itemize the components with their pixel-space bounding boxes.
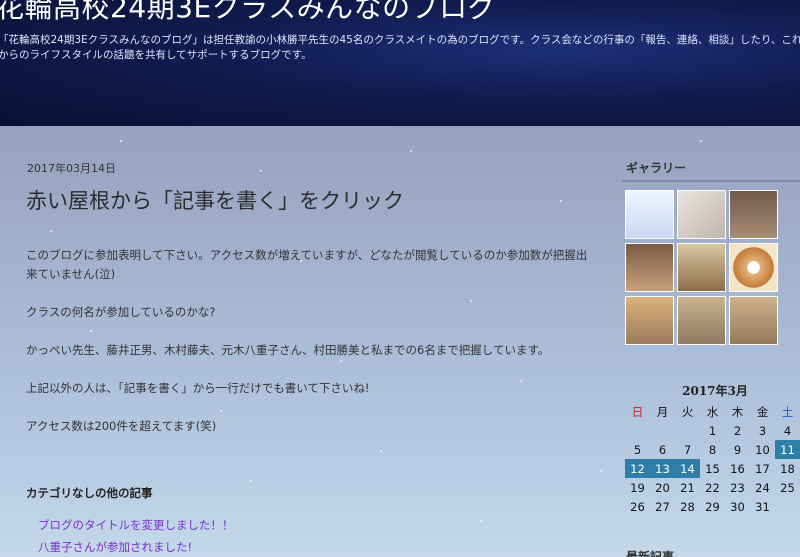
- calendar-empty-cell: [650, 421, 675, 440]
- calendar-week-row: 5 6 7 8 9 10 11: [625, 440, 800, 459]
- calendar-day: 17: [755, 461, 770, 476]
- calendar-day: 23: [730, 480, 745, 495]
- post-paragraph: クラスの何名が参加しているのかな?: [26, 305, 216, 319]
- calendar-day: 1: [708, 423, 717, 438]
- calendar-day[interactable]: 12: [625, 459, 650, 478]
- calendar-day: 3: [758, 423, 767, 438]
- gallery-thumbnail[interactable]: [677, 243, 726, 292]
- star-dot: [410, 150, 412, 152]
- star-dot: [600, 470, 602, 472]
- calendar-day: 10: [755, 442, 770, 457]
- calendar-day: 2: [733, 423, 742, 438]
- weekday-label: 木: [731, 404, 744, 419]
- calendar-day: 25: [780, 480, 795, 495]
- post-date: 2017年03月14日: [27, 162, 116, 175]
- calendar-day: 5: [633, 442, 642, 457]
- article-link[interactable]: 八重子さんが参加されました!: [38, 540, 192, 554]
- calendar-day: 21: [680, 480, 695, 495]
- calendar-day: 22: [705, 480, 720, 495]
- star-dot: [50, 230, 52, 232]
- calendar-week-row: 19 20 21 22 23 24 25: [625, 478, 800, 497]
- weekday-label: 火: [681, 404, 694, 419]
- calendar-title: 2017年3月: [682, 384, 748, 398]
- calendar-day: 16: [730, 461, 745, 476]
- calendar-day: 27: [655, 499, 670, 514]
- calendar-day[interactable]: 11: [775, 440, 800, 459]
- calendar-day: 7: [683, 442, 692, 457]
- weekday-label: 日: [631, 404, 644, 419]
- calendar-day: 8: [708, 442, 717, 457]
- calendar-week-row: 26 27 28 29 30 31: [625, 497, 800, 516]
- list-item: 八重子さんが参加されました!: [38, 536, 234, 557]
- calendar-day: 26: [630, 499, 645, 514]
- calendar-empty-cell: [775, 497, 800, 516]
- calendar-day: 28: [680, 499, 695, 514]
- calendar-day: 18: [780, 461, 795, 476]
- list-item: ブログのタイトルを変更しました！！: [38, 514, 234, 536]
- gallery-thumbnail[interactable]: [677, 190, 726, 239]
- gallery-divider: [622, 180, 800, 182]
- calendar-empty-cell: [625, 421, 650, 440]
- site-description: 「花輪高校24期3Eクラスみんなのブログ」は担任教諭の小林勝平先生の45名のクラ…: [0, 34, 800, 61]
- star-dot: [260, 170, 262, 172]
- recent-articles-heading: 最新記事: [626, 550, 675, 557]
- post-paragraph: アクセス数は200件を超えてます(笑): [26, 419, 217, 433]
- post-paragraph: かっぺい先生、藤井正男、木村藤夫、元木八重子さん、村田勝美と私までの6名まで把握…: [26, 343, 550, 357]
- calendar: 日 月 火 水 木 金 土 1 2 3 4 5 6 7 8 9 10 11 12 13 14 15 16 17 1…: [625, 402, 800, 516]
- star-dot: [560, 200, 562, 202]
- calendar-day: 30: [730, 499, 745, 514]
- calendar-day: 29: [705, 499, 720, 514]
- gallery-thumbnail[interactable]: [625, 243, 674, 292]
- weekday-label: 金: [756, 404, 769, 419]
- calendar-day: 24: [755, 480, 770, 495]
- post-title[interactable]: 赤い屋根から「記事を書く」をクリック: [26, 185, 404, 215]
- calendar-day: 6: [658, 442, 667, 457]
- calendar-day[interactable]: 14: [675, 459, 700, 478]
- calendar-day: 31: [755, 499, 770, 514]
- other-articles-heading: カテゴリなしの他の記事: [26, 486, 153, 500]
- star-dot: [700, 140, 702, 142]
- post-paragraph: このブログに参加表明して下さい。アクセス数が増えていますが、どなたが閲覧している…: [26, 248, 588, 281]
- weekday-label: 土: [781, 404, 794, 419]
- post-paragraph: 上記以外の人は、「記事を書く」から一行だけでも書いて下さいね!: [26, 381, 370, 395]
- gallery-thumbnail[interactable]: [625, 190, 674, 239]
- calendar-week-row: 12 13 14 15 16 17 18: [625, 459, 800, 478]
- calendar-day: 15: [705, 461, 720, 476]
- weekday-label: 水: [706, 404, 719, 419]
- star-dot: [480, 520, 482, 522]
- calendar-day: 20: [655, 480, 670, 495]
- gallery-thumbnail[interactable]: [729, 296, 778, 345]
- site-title[interactable]: 花輪高校24期3Eクラスみんなのブログ: [0, 0, 496, 26]
- article-link[interactable]: ブログのタイトルを変更しました！！: [38, 518, 234, 532]
- gallery-thumbnail[interactable]: [677, 296, 726, 345]
- calendar-day: 9: [733, 442, 742, 457]
- gallery-heading: ギャラリー: [626, 161, 687, 175]
- weekday-label: 月: [656, 404, 669, 419]
- calendar-week-row: 1 2 3 4: [625, 421, 800, 440]
- post-body: このブログに参加表明して下さい。アクセス数が増えていますが、どなたが閲覧している…: [26, 246, 591, 455]
- calendar-weekday-row: 日 月 火 水 木 金 土: [625, 402, 800, 421]
- star-dot: [250, 480, 252, 482]
- calendar-day: 19: [630, 480, 645, 495]
- other-articles-list: ブログのタイトルを変更しました！！ 八重子さんが参加されました!: [38, 514, 234, 557]
- calendar-empty-cell: [675, 421, 700, 440]
- calendar-day[interactable]: 13: [650, 459, 675, 478]
- gallery-thumbnail[interactable]: [729, 243, 778, 292]
- gallery-thumbnail[interactable]: [625, 296, 674, 345]
- calendar-day: 4: [783, 423, 792, 438]
- star-dot: [120, 140, 122, 142]
- blog-header: 花輪高校24期3Eクラスみんなのブログ 「花輪高校24期3Eクラスみんなのブログ…: [0, 0, 800, 126]
- gallery-thumbnail[interactable]: [729, 190, 778, 239]
